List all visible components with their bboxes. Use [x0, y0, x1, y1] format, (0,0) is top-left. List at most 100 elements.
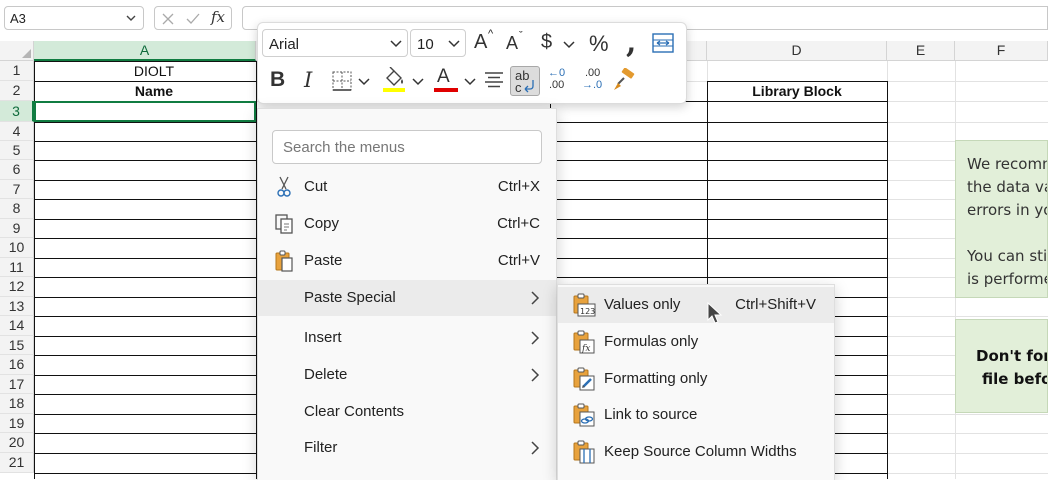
- font-name-dropdown[interactable]: Arial: [262, 29, 408, 57]
- row-header-5[interactable]: 5: [0, 141, 34, 160]
- row-header-2[interactable]: 2: [0, 81, 34, 101]
- font-size-dropdown[interactable]: 10: [410, 29, 466, 57]
- insert-function-button[interactable]: fx: [211, 8, 225, 26]
- fill-color-swatch: [383, 88, 405, 92]
- row-header-4[interactable]: 4: [0, 122, 34, 141]
- paste-column-widths-icon: [573, 440, 595, 464]
- submenu-item-link-to-source[interactable]: Link to source: [558, 397, 834, 433]
- row-header-17[interactable]: 17: [0, 375, 34, 394]
- menu-item-clear-contents[interactable]: Clear Contents: [258, 394, 556, 430]
- chevron-down-icon: [358, 78, 370, 86]
- table-border: [34, 336, 257, 337]
- row-header-21[interactable]: 21: [0, 453, 34, 473]
- shrink-font-label: A: [506, 33, 519, 53]
- row-header-14[interactable]: 14: [0, 316, 34, 336]
- note-line: the data va: [967, 178, 1048, 196]
- borders-button[interactable]: [332, 69, 372, 93]
- italic-button[interactable]: I: [300, 67, 322, 93]
- format-painter-icon[interactable]: [612, 68, 636, 92]
- menu-item-delete[interactable]: Delete: [258, 357, 556, 393]
- row-header-16[interactable]: 16: [0, 355, 34, 375]
- row-header-13[interactable]: 13: [0, 297, 34, 316]
- row-header-12[interactable]: 12: [0, 277, 34, 297]
- comma-style-button[interactable]: ,: [622, 25, 640, 60]
- row-header-18[interactable]: 18: [0, 394, 34, 414]
- row-header-8[interactable]: 8: [0, 199, 34, 219]
- menu-item-paste[interactable]: Paste Ctrl+V: [258, 243, 556, 279]
- align-center-icon[interactable]: [484, 71, 504, 89]
- menu-item-filter[interactable]: Filter: [258, 430, 556, 466]
- row-header-19[interactable]: 19: [0, 414, 34, 433]
- merge-center-icon[interactable]: [652, 33, 674, 53]
- wrap-text-button[interactable]: ab c: [510, 66, 540, 96]
- increase-decimal-button[interactable]: ←0 .00: [548, 67, 572, 95]
- decrease-font-size-button[interactable]: A ˇ: [504, 30, 530, 57]
- menu-item-insert[interactable]: Insert: [258, 320, 556, 356]
- table-border: [34, 473, 257, 474]
- decrease-decimal-bottom: →.0: [582, 79, 603, 91]
- submenu-item-label: Formulas only: [604, 333, 699, 350]
- column-header-e[interactable]: E: [887, 41, 955, 61]
- comma-label: ,: [626, 25, 637, 60]
- submenu-item-values-only[interactable]: 123 Values only Ctrl+Shift+V: [558, 287, 834, 323]
- row-header-10[interactable]: 10: [0, 238, 34, 258]
- chevron-right-icon: [531, 368, 540, 382]
- percent-style-button[interactable]: %: [588, 31, 614, 57]
- select-all-corner[interactable]: [0, 41, 34, 61]
- accounting-format-button[interactable]: $: [539, 31, 579, 57]
- table-border: [34, 414, 257, 415]
- increase-font-size-button[interactable]: A ^: [472, 28, 498, 57]
- italic-label: I: [304, 68, 313, 92]
- submenu-item-formulas-only[interactable]: fx Formulas only: [558, 324, 834, 360]
- percent-label: %: [589, 31, 609, 56]
- submenu-item-label: Formatting only: [604, 370, 708, 387]
- column-header-f[interactable]: F: [955, 41, 1048, 61]
- menu-item-label: Paste: [304, 252, 343, 269]
- font-color-button[interactable]: A: [434, 66, 478, 95]
- menu-item-copy[interactable]: Copy Ctrl+C: [258, 206, 556, 242]
- cell-a2[interactable]: Name: [35, 83, 273, 99]
- decrease-decimal-top: .00: [585, 67, 601, 79]
- search-menus-box[interactable]: [272, 130, 542, 164]
- submenu-item-formatting-only[interactable]: Formatting only: [558, 361, 834, 397]
- menu-item-paste-special[interactable]: Paste Special: [258, 280, 556, 316]
- row-header-1[interactable]: 1: [0, 61, 34, 81]
- row-header-11[interactable]: 11: [0, 258, 34, 277]
- fill-bucket-icon: [383, 67, 405, 92]
- bold-button[interactable]: B: [268, 67, 290, 93]
- menu-item-cut[interactable]: Cut Ctrl+X: [258, 169, 556, 205]
- column-header-d[interactable]: D: [707, 41, 887, 61]
- submenu-item-keep-source-column-widths[interactable]: Keep Source Column Widths: [558, 434, 834, 470]
- chevron-down-icon: [563, 41, 575, 49]
- context-menu: Cut Ctrl+X Copy Ctrl+C Paste Ctrl+V Past…: [257, 108, 557, 480]
- fill-color-button[interactable]: [382, 67, 426, 95]
- note-line: [967, 222, 1047, 245]
- menu-item-shortcut: Ctrl+V: [497, 252, 540, 269]
- cell-a1[interactable]: DIOLT: [35, 63, 273, 79]
- active-cell-a3[interactable]: [34, 101, 256, 122]
- cell-d2[interactable]: Library Block: [708, 83, 886, 99]
- increase-decimal-bottom: .00: [549, 79, 565, 91]
- name-box-value: A3: [10, 11, 26, 26]
- decrease-decimal-button[interactable]: .00 →.0: [582, 67, 608, 95]
- font-name-value: Arial: [269, 36, 300, 53]
- formula-controls: fx: [154, 6, 232, 30]
- enter-check-icon[interactable]: [185, 12, 201, 26]
- column-header-a[interactable]: A: [34, 41, 256, 61]
- cancel-icon[interactable]: [161, 12, 175, 26]
- search-menus-input[interactable]: [273, 131, 541, 163]
- chevron-down-icon[interactable]: [125, 12, 137, 24]
- name-box[interactable]: A3: [4, 6, 144, 30]
- row-header-7[interactable]: 7: [0, 180, 34, 199]
- row-header-20[interactable]: 20: [0, 433, 34, 453]
- row-header-6[interactable]: 6: [0, 160, 34, 180]
- bold-label: B: [270, 68, 286, 91]
- menu-item-label: Delete: [304, 366, 348, 383]
- note-line: You can sti: [967, 247, 1048, 265]
- menu-item-label: Copy: [304, 215, 340, 232]
- row-header-3[interactable]: 3: [0, 101, 34, 122]
- row-header-15[interactable]: 15: [0, 336, 34, 355]
- note-line: is performe: [967, 270, 1048, 288]
- chevron-down-icon: [390, 40, 402, 48]
- row-header-9[interactable]: 9: [0, 219, 34, 238]
